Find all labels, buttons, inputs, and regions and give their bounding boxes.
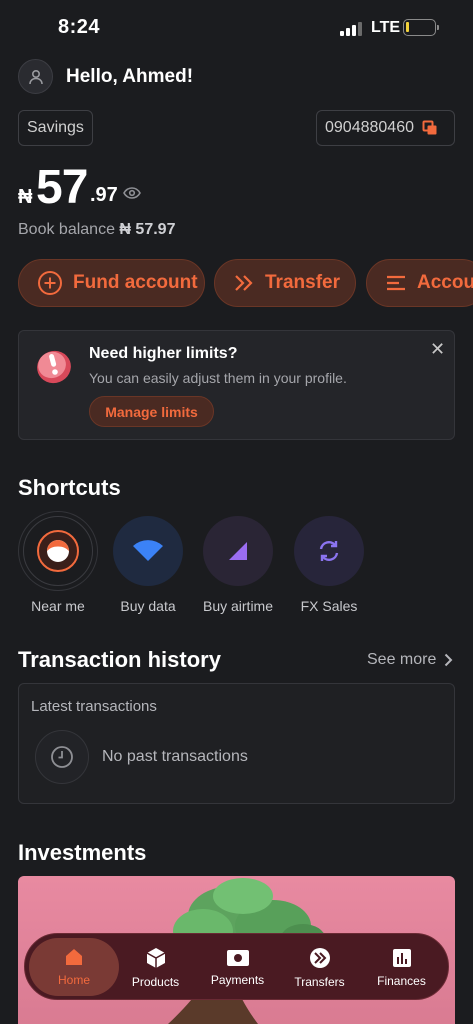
signal-triangle-icon [229, 542, 247, 560]
shortcuts-title: Shortcuts [18, 475, 121, 500]
book-balance-label: Book balance [18, 221, 115, 238]
fund-account-button[interactable]: Fund account [18, 259, 205, 307]
shortcut-fx-sales[interactable]: FX Sales [289, 516, 369, 614]
shortcut-near-me[interactable]: Near me [18, 516, 98, 614]
home-icon [66, 949, 82, 965]
nav-payments[interactable]: Payments [195, 934, 280, 1001]
battery-icon [403, 19, 439, 36]
balance-decimal: .97 [90, 184, 118, 206]
exchange-icon [319, 541, 339, 561]
eye-slash-icon[interactable] [123, 186, 141, 200]
nav-label: Home [57, 973, 90, 987]
nav-products[interactable]: Products [113, 934, 198, 1001]
cell-signal-icon [340, 20, 366, 36]
nav-transfers[interactable]: Transfers [277, 934, 362, 1001]
status-time: 8:24 [58, 16, 101, 38]
shortcut-label: FX Sales [300, 598, 358, 614]
account-button[interactable]: Accou [366, 259, 473, 307]
wifi-icon [133, 540, 163, 561]
close-icon[interactable]: ✕ [430, 339, 445, 360]
book-balance-value: ₦ 57.97 [119, 221, 176, 238]
greeting-text: Hello, Ahmed! [66, 66, 194, 87]
account-label: Accou [417, 272, 473, 293]
box-icon [146, 947, 165, 968]
shortcut-label: Buy data [120, 598, 176, 614]
shortcut-label: Near me [31, 598, 85, 614]
transfer-label: Transfer [265, 272, 340, 293]
transfer-circle-icon [309, 947, 330, 968]
limits-subtitle: You can easily adjust them in your profi… [89, 370, 347, 386]
banknote-icon [226, 949, 249, 966]
user-icon [28, 69, 43, 84]
copy-icon[interactable] [422, 120, 438, 136]
double-chevron-right-icon [235, 275, 253, 291]
nav-home[interactable]: Home [29, 938, 119, 996]
alert-badge-icon [37, 350, 71, 384]
shortcut-label: Buy airtime [202, 598, 274, 614]
transaction-history-title: Transaction history [18, 647, 221, 672]
location-pin-icon [37, 530, 79, 572]
investments-title: Investments [18, 840, 147, 865]
currency-symbol: ₦ [18, 186, 33, 208]
limits-card: Need higher limits? You can easily adjus… [18, 330, 455, 440]
see-more-link[interactable]: See more [367, 651, 453, 669]
account-number: 0904880460 [325, 119, 414, 136]
nav-label: Payments [210, 972, 265, 987]
book-balance: Book balance ₦ 57.97 [18, 221, 175, 239]
transfer-button[interactable]: Transfer [214, 259, 356, 307]
empty-transactions-text: No past transactions [102, 748, 248, 765]
nav-finances[interactable]: Finances [359, 934, 444, 1001]
nav-label: Transfers [294, 974, 345, 989]
network-type: LTE [371, 19, 401, 36]
clock-icon [51, 746, 73, 768]
nav-label: Products [131, 974, 180, 989]
balance-whole: 57 [36, 161, 88, 214]
avatar[interactable] [18, 59, 53, 94]
fund-account-label: Fund account [73, 272, 198, 293]
manage-limits-button[interactable]: Manage limits [89, 396, 214, 427]
latest-transactions-label: Latest transactions [31, 698, 157, 715]
clock-icon-wrap [35, 730, 89, 784]
shortcut-buy-airtime[interactable]: Buy airtime [198, 516, 278, 614]
plus-circle-icon [38, 271, 62, 295]
account-number-copy[interactable]: 0904880460 [316, 110, 455, 146]
nav-label: Finances [377, 973, 426, 988]
limits-title: Need higher limits? [89, 345, 238, 362]
menu-lines-icon [387, 275, 405, 291]
chevron-right-icon [445, 653, 453, 667]
bottom-nav: Home Products Payments Transfers Finance… [24, 933, 449, 1000]
account-type-badge[interactable]: Savings [18, 110, 93, 146]
shortcut-buy-data[interactable]: Buy data [108, 516, 188, 614]
see-more-label: See more [367, 651, 437, 668]
bar-chart-icon [392, 948, 411, 967]
transactions-card: Latest transactions No past transactions [18, 683, 455, 804]
